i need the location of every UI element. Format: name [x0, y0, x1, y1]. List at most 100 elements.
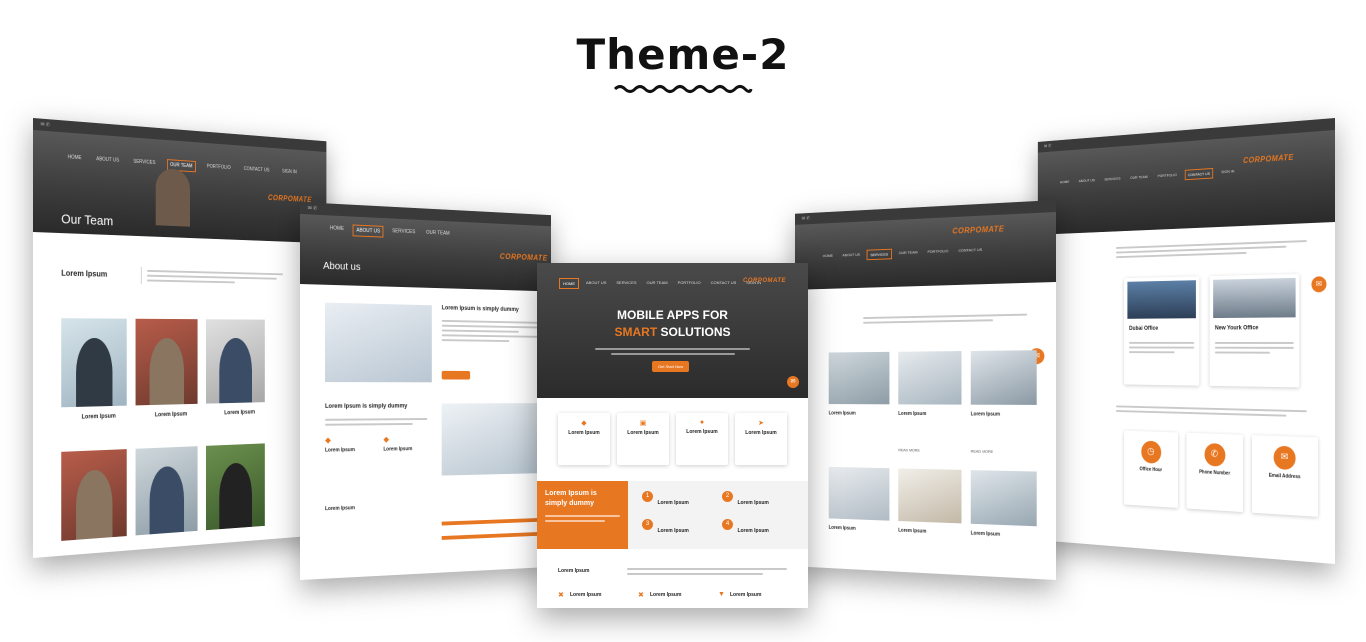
- member-name: Lorem Ipsum: [82, 414, 116, 421]
- read-more-button[interactable]: [442, 371, 470, 380]
- service-image: [898, 468, 961, 523]
- sub-title: Lorem Ipsum is simply dummy: [325, 404, 407, 410]
- info-card: ✆ Phone Number: [1186, 433, 1243, 512]
- nav-our-team[interactable]: OUR TEAM: [423, 228, 452, 241]
- nav-our-team[interactable]: OUR TEAM: [896, 248, 920, 260]
- chat-icon[interactable]: ✉: [787, 376, 799, 388]
- info-card: ◷ Office Hour: [1124, 431, 1178, 508]
- nav-services[interactable]: SERVICES: [1102, 174, 1123, 185]
- feature-card: ▣ Lorem Ipsum: [617, 413, 669, 465]
- team-page-mockup: ✉ ✆ HOME ABOUT US SERVICES OUR TEAM PORT…: [33, 118, 326, 558]
- rocket-icon: ➤: [735, 419, 787, 427]
- service-image: [971, 350, 1037, 405]
- read-more-link[interactable]: READ MORE: [971, 449, 994, 454]
- main-nav: HOME ABOUT US SERVICES OUR TEAM PORTFOLI…: [820, 245, 985, 262]
- contact-page-mockup: ✉ ✆ HOME ABOUT US SERVICES OUR TEAM PORT…: [1038, 118, 1335, 564]
- nav-contact[interactable]: CONTACT US: [1184, 168, 1213, 180]
- column-title: Lorem Ipsum: [325, 447, 355, 453]
- home-hero: HOME ABOUT US SERVICES OUR TEAM PORTFOLI…: [537, 263, 808, 398]
- member-photo: [206, 319, 265, 403]
- nav-contact[interactable]: CONTACT US: [241, 164, 272, 177]
- chat-icon[interactable]: ✉: [1311, 276, 1326, 292]
- brand-logo: CORPOMATE: [743, 278, 786, 284]
- about-page-mockup: ✉ ✆ HOME ABOUT US SERVICES OUR TEAM CORP…: [300, 202, 551, 580]
- main-nav: HOME ABOUT US SERVICES OUR TEAM PORTFOLI…: [559, 278, 764, 289]
- progress-bar: [442, 518, 542, 526]
- nav-contact[interactable]: CONTACT US: [708, 278, 740, 289]
- footer-label: Lorem Ipsum: [325, 505, 355, 512]
- service-image: [829, 352, 890, 404]
- bottom-text: [627, 565, 787, 578]
- services-hero: HOME ABOUT US SERVICES OUR TEAM PORTFOLI…: [795, 212, 1056, 290]
- feature-card: ◆ Lorem Ipsum: [558, 413, 610, 465]
- laptop-image: [325, 303, 432, 383]
- info-text: [1116, 403, 1307, 420]
- nav-services[interactable]: SERVICES: [131, 157, 158, 170]
- nav-about[interactable]: ABOUT US: [583, 278, 609, 289]
- services-page-mockup: ✉ ✆ HOME ABOUT US SERVICES OUR TEAM PORT…: [795, 200, 1056, 580]
- brand-logo: CORPOMATE: [952, 224, 1004, 235]
- mail-icon: ✉: [1274, 446, 1296, 471]
- hero-person-image: [156, 168, 190, 227]
- get-started-button[interactable]: Get Start Now: [652, 361, 689, 372]
- banner-title: Our Team: [61, 211, 113, 228]
- nav-services[interactable]: SERVICES: [867, 249, 892, 260]
- service-image: [829, 467, 890, 521]
- cocktail-icon: ▼: [718, 591, 725, 598]
- office-card: Dubai Office: [1124, 276, 1199, 385]
- info-card: ✉ Email Address: [1252, 435, 1318, 517]
- close-icon: ✖: [558, 591, 564, 599]
- globe-icon: ●: [676, 419, 728, 426]
- nav-home[interactable]: HOME: [65, 152, 84, 165]
- laptop-image: [442, 403, 538, 475]
- feature-title: Lorem Ipsum is simply dummy: [442, 305, 519, 313]
- read-more-link[interactable]: READ MORE: [898, 447, 920, 452]
- nav-portfolio[interactable]: PORTFOLIO: [675, 278, 704, 289]
- hero-line-2: SMART SOLUTIONS: [537, 325, 808, 339]
- section-title: Lorem Ipsum: [61, 269, 107, 279]
- column-title: Lorem Ipsum: [383, 446, 412, 452]
- nav-about[interactable]: ABOUT US: [353, 224, 384, 237]
- nav-home[interactable]: HOME: [820, 251, 835, 262]
- office-title: New Yourk Office: [1215, 325, 1258, 331]
- intro-text: [1116, 237, 1307, 261]
- hero-line-1: MOBILE APPS FOR: [537, 308, 808, 322]
- nav-about[interactable]: ABOUT US: [840, 250, 863, 261]
- member-name: Lorem Ipsum: [224, 410, 255, 416]
- nav-home[interactable]: HOME: [327, 223, 347, 236]
- intro-text: [863, 311, 1027, 327]
- nav-about[interactable]: ABOUT US: [93, 154, 121, 168]
- nav-sign-in[interactable]: SIGN IN: [1219, 166, 1237, 178]
- nav-contact[interactable]: CONTACT US: [956, 245, 985, 257]
- nav-our-team[interactable]: OUR TEAM: [1128, 172, 1150, 184]
- nav-services[interactable]: SERVICES: [389, 226, 418, 239]
- nav-home[interactable]: HOME: [559, 278, 579, 289]
- close-icon: ✖: [638, 591, 644, 599]
- feature-card: ➤ Lorem Ipsum: [735, 413, 787, 465]
- office-card: New Yourk Office: [1210, 274, 1300, 388]
- bottom-title: Lorem Ipsum: [558, 568, 589, 574]
- sub-text: [325, 415, 427, 429]
- nav-sign-in[interactable]: SIGN IN: [280, 167, 299, 179]
- brand-logo: CORPOMATE: [1243, 153, 1294, 165]
- diamond-icon: ◆: [383, 435, 389, 444]
- service-image: [971, 470, 1037, 526]
- member-photo: [136, 446, 198, 535]
- phone-icon: ✆: [1204, 443, 1225, 467]
- nav-services[interactable]: SERVICES: [613, 278, 639, 289]
- nav-about[interactable]: ABOUT US: [1076, 176, 1097, 187]
- home-page-mockup: HOME ABOUT US SERVICES OUR TEAM PORTFOLI…: [537, 263, 808, 608]
- member-name: Lorem Ipsum: [155, 412, 187, 419]
- nav-our-team[interactable]: OUR TEAM: [644, 278, 671, 289]
- wave-underline-icon: [613, 84, 753, 94]
- page-heading: Theme-2: [0, 30, 1366, 79]
- section-text: [141, 267, 290, 287]
- progress-bar: [442, 532, 542, 540]
- nav-home[interactable]: HOME: [1058, 177, 1072, 188]
- nav-portfolio[interactable]: PORTFOLIO: [204, 162, 233, 175]
- diamond-icon: ◆: [558, 419, 610, 427]
- banner-title: About us: [323, 261, 360, 273]
- nav-portfolio[interactable]: PORTFOLIO: [925, 246, 951, 258]
- nav-portfolio[interactable]: PORTFOLIO: [1155, 170, 1179, 182]
- lock-icon: ▣: [617, 419, 669, 427]
